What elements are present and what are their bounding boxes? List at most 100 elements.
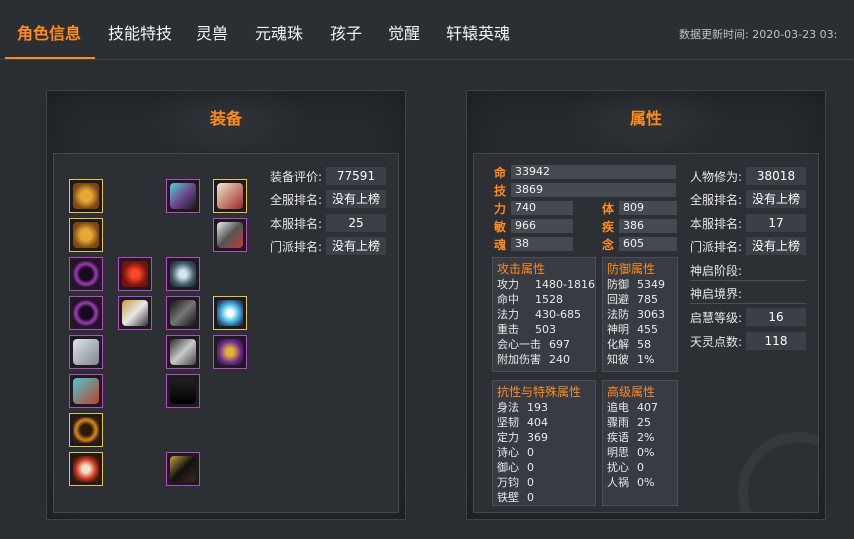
attr-skill-value: 3869 — [511, 183, 676, 197]
attr-agi-value: 966 — [511, 219, 573, 233]
advanced-title: 高级属性 — [607, 385, 656, 399]
equip-slot[interactable] — [213, 335, 247, 369]
attr-spd-label: 疾 — [602, 220, 615, 234]
attr-str-label: 力 — [494, 202, 507, 216]
attr-soul-value: 38 — [511, 237, 573, 251]
equip-slot[interactable] — [166, 374, 200, 408]
resist-row: 铁壁 0 — [497, 491, 534, 504]
equip-server-rank-label: 全服排名: — [270, 193, 323, 207]
equip-slot[interactable] — [69, 179, 103, 213]
advanced-attributes-block: 高级属性 追电 407 骤雨 25 疾语 2% 明思 0% 扰心 0 人祸 0% — [602, 380, 678, 506]
defense-row: 防御 5349 — [607, 278, 665, 291]
defense-row: 化解 58 — [607, 338, 651, 351]
resistance-attributes-block: 抗性与特殊属性 身法 193 坚韧 404 定力 369 诗心 0 御心 0 万钧 0 铁壁… — [492, 380, 596, 506]
attr-local-rank-row: 本服排名: 17 — [690, 214, 810, 232]
equip-slot[interactable] — [213, 296, 247, 330]
equip-local-rank-value: 25 — [326, 214, 386, 232]
equip-slot[interactable] — [69, 452, 103, 486]
equip-slot[interactable] — [213, 218, 247, 252]
advanced-row: 追电 407 — [607, 401, 658, 414]
attr-skill-label: 技 — [494, 184, 507, 198]
background-swirl — [738, 432, 818, 512]
attributes-title: 属性 — [629, 109, 662, 128]
equip-sect-rank-value: 没有上榜 — [326, 237, 386, 255]
resist-row: 御心 0 — [497, 461, 534, 474]
tab-character-info[interactable]: 角色信息 — [17, 0, 81, 60]
equip-slot[interactable] — [69, 374, 103, 408]
equip-slot[interactable] — [69, 296, 103, 330]
attr-hp-label: 命 — [494, 166, 507, 180]
equip-slot[interactable] — [166, 335, 200, 369]
attr-str-value: 740 — [511, 201, 573, 215]
attack-row: 法力 430-685 — [497, 308, 581, 321]
attr-hp-value: 33942 — [511, 165, 676, 179]
wisdom-level-value: 16 — [746, 308, 806, 326]
attr-con-value: 809 — [619, 201, 677, 215]
spirit-points-label: 天灵点数: — [690, 335, 743, 349]
wisdom-level-label: 启慧等级: — [690, 311, 743, 325]
resist-row: 坚韧 404 — [497, 416, 548, 429]
resist-row: 万钧 0 — [497, 476, 534, 489]
equip-score-label: 装备评价: — [270, 170, 323, 184]
defense-row: 法防 3063 — [607, 308, 665, 321]
attr-mind-label: 念 — [602, 238, 615, 252]
tab-children[interactable]: 孩子 — [330, 0, 362, 60]
equipment-title: 装备 — [209, 109, 242, 128]
attack-row: 附加伤害 240 — [497, 353, 570, 366]
advanced-row: 人祸 0% — [607, 476, 655, 489]
tab-xuanyuan-heroes[interactable]: 轩辕英魂 — [446, 0, 510, 60]
tab-skills[interactable]: 技能特技 — [108, 0, 172, 60]
resistance-title: 抗性与特殊属性 — [497, 385, 582, 399]
spirit-points-row: 天灵点数: 118 — [690, 332, 810, 350]
resist-row: 定力 369 — [497, 431, 548, 444]
tab-soul-orbs[interactable]: 元魂珠 — [255, 0, 303, 60]
attack-attributes-block: 攻击属性 攻力 1480-1816 命中 1528 法力 430-685 重击 503 … — [492, 257, 596, 372]
defense-title: 防御属性 — [607, 262, 656, 276]
divider — [690, 280, 806, 281]
attributes-inner: 命 33942 技 3869 力 740 体 809 敏 966 疾 386 魂… — [473, 153, 819, 513]
attack-title: 攻击属性 — [497, 262, 546, 276]
attr-soul-label: 魂 — [494, 238, 507, 252]
cultivation-value: 38018 — [746, 167, 806, 185]
tab-awakening[interactable]: 觉醒 — [388, 0, 420, 60]
attr-local-rank-value: 17 — [746, 214, 806, 232]
cultivation-label: 人物修为: — [690, 170, 743, 184]
advanced-row: 明思 0% — [607, 446, 655, 459]
equip-local-rank-label: 本服排名: — [270, 217, 323, 231]
defense-row: 知彼 1% — [607, 353, 655, 366]
equip-score-row: 装备评价: 77591 — [270, 167, 390, 185]
attack-row: 命中 1528 — [497, 293, 563, 306]
active-tab-indicator — [5, 57, 95, 59]
tab-pets[interactable]: 灵兽 — [196, 0, 228, 60]
equip-slot[interactable] — [69, 218, 103, 252]
equip-slot[interactable] — [166, 179, 200, 213]
attack-row: 重击 503 — [497, 323, 556, 336]
equip-slot[interactable] — [118, 296, 152, 330]
equip-slot[interactable] — [166, 296, 200, 330]
equip-server-rank-value: 没有上榜 — [326, 190, 386, 208]
attack-row: 会心一击 697 — [497, 338, 570, 351]
equip-slot[interactable] — [69, 257, 103, 291]
equip-slot[interactable] — [213, 179, 247, 213]
equip-sect-rank-label: 门派排名: — [270, 240, 323, 254]
attr-con-label: 体 — [602, 202, 615, 216]
advanced-row: 扰心 0 — [607, 461, 644, 474]
divider — [690, 303, 806, 304]
equip-slot[interactable] — [166, 452, 200, 486]
defense-attributes-block: 防御属性 防御 5349 回避 785 法防 3063 神明 455 化解 58 知彼 1% — [602, 257, 678, 372]
advanced-row: 骤雨 25 — [607, 416, 651, 429]
attr-server-rank-value: 没有上榜 — [746, 190, 806, 208]
equip-slot[interactable] — [69, 335, 103, 369]
resist-row: 诗心 0 — [497, 446, 534, 459]
defense-row: 神明 455 — [607, 323, 658, 336]
attr-server-rank-label: 全服排名: — [690, 193, 743, 207]
equip-slot[interactable] — [69, 413, 103, 447]
equip-slot[interactable] — [118, 257, 152, 291]
attr-local-rank-label: 本服排名: — [690, 217, 743, 231]
equip-score-value: 77591 — [326, 167, 386, 185]
equip-slot[interactable] — [166, 257, 200, 291]
divine-realm-row: 神启境界: — [690, 284, 810, 302]
attr-server-rank-row: 全服排名: 没有上榜 — [690, 190, 810, 208]
attr-agi-label: 敏 — [494, 220, 507, 234]
wisdom-level-row: 启慧等级: 16 — [690, 308, 810, 326]
